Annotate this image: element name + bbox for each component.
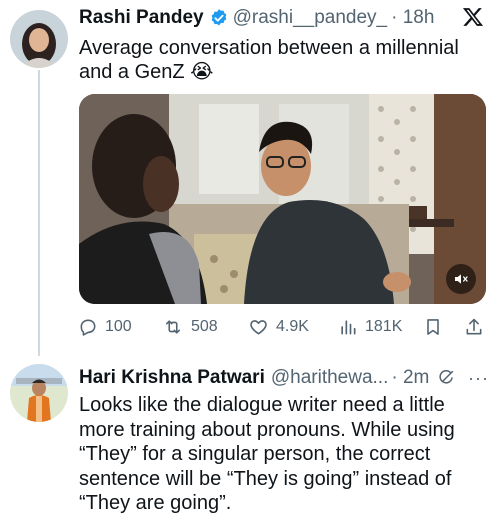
video-frame <box>79 94 486 304</box>
heart-icon <box>250 320 267 335</box>
reply-button[interactable]: 100 <box>78 314 132 340</box>
author-name[interactable]: Rashi Pandey <box>79 6 204 30</box>
retweet-count: 508 <box>191 318 218 335</box>
author-handle[interactable]: @rashi__pandey_ <box>233 6 388 30</box>
reply-author-name[interactable]: Hari Krishna Patwari <box>79 366 265 390</box>
like-count: 4.9K <box>276 318 309 335</box>
speaker-muted-icon <box>455 274 468 284</box>
tweet-actions: 100 508 4.9K 181K <box>78 314 486 340</box>
share-icon <box>466 318 482 335</box>
reply-icon <box>80 319 96 336</box>
reply-avatar-image <box>10 364 68 422</box>
retweet-button[interactable]: 508 <box>162 314 218 340</box>
reply-author-handle[interactable]: @harithewa... <box>271 366 389 390</box>
more-options-icon[interactable]: ··· <box>468 368 489 389</box>
avatar-image <box>10 10 68 68</box>
like-button[interactable]: 4.9K <box>248 314 309 340</box>
tweet-text: Average conversation between a millennia… <box>79 37 459 83</box>
reply-count: 100 <box>105 318 132 335</box>
reply-timestamp[interactable]: · 2m <box>391 366 429 390</box>
timeline: Rashi Pandey @rashi__pandey_ · 18h Avera… <box>0 0 497 520</box>
reply-text: Looks like the dialogue writer need a li… <box>79 394 455 514</box>
avatar[interactable] <box>10 10 68 68</box>
reply-avatar[interactable] <box>10 364 68 422</box>
thread-line <box>38 70 40 356</box>
mute-button[interactable] <box>446 264 476 294</box>
reply-header: Hari Krishna Patwari @harithewa... · 2m <box>79 366 455 390</box>
verified-badge-icon <box>209 8 229 28</box>
timestamp[interactable]: · 18h <box>391 6 434 30</box>
grok-icon[interactable] <box>437 369 455 387</box>
retweet-icon <box>165 320 181 334</box>
tweet-header: Rashi Pandey @rashi__pandey_ · 18h <box>79 6 434 30</box>
share-button[interactable] <box>464 314 491 340</box>
x-logo-icon[interactable] <box>462 6 484 28</box>
views-button[interactable]: 181K <box>338 314 402 340</box>
video-player[interactable] <box>79 94 486 304</box>
analytics-bar-icon <box>341 320 356 335</box>
bookmark-button[interactable] <box>423 314 450 340</box>
bookmark-icon <box>427 319 439 335</box>
view-count: 181K <box>365 318 403 335</box>
